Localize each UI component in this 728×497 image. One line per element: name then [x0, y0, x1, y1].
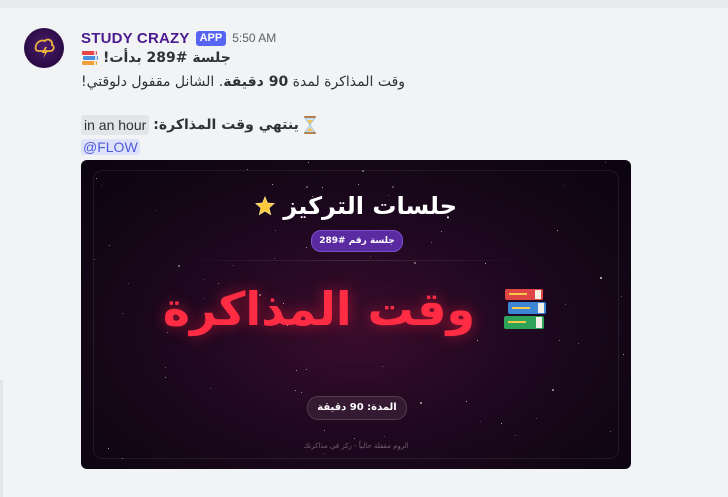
timestamp[interactable]: 5:50 AM: [232, 31, 276, 45]
role-mention[interactable]: @FLOW: [81, 139, 140, 155]
message-line-session: جلسة #289 بدأت!: [81, 48, 231, 68]
card-title-text: جلسات التركيز: [283, 192, 457, 220]
books-icon: [504, 289, 547, 329]
session-started-text: جلسة #289 بدأت!: [103, 50, 231, 66]
session-number-pill: جلسة رقم #289: [311, 230, 403, 252]
duration-pill: المدة: 90 دقيقة: [307, 396, 407, 420]
message-line-mention: @FLOW: [81, 137, 140, 158]
author-name[interactable]: STUDY CRAZY: [81, 30, 190, 47]
card-heading-text: وقت المذاكرة: [162, 282, 476, 336]
relative-time[interactable]: in an hour: [81, 115, 150, 135]
message-line-ends: in an hour ينتهي وقت المذاكرة:: [81, 115, 317, 135]
chat-message: STUDY CRAZY APP 5:50 AM جلسة #289 بدأت! …: [0, 0, 728, 497]
star-dot: [605, 162, 606, 163]
glowing-star-icon: [254, 195, 275, 216]
duration-suffix: . الشانل مقفول دلوقتي!: [81, 74, 224, 90]
avatar[interactable]: [24, 28, 64, 68]
embedded-image[interactable]: جلسات التركيز جلسة رقم #289 وقت المذاكرة…: [81, 160, 631, 469]
ends-label: ينتهي وقت المذاكرة:: [153, 117, 299, 133]
message-header: STUDY CRAZY APP 5:50 AM: [81, 29, 276, 47]
card-heading: وقت المذاكرة: [81, 282, 631, 336]
duration-value: 90 دقيقة: [223, 74, 289, 90]
bot-logo-icon: [34, 38, 55, 58]
app-badge: APP: [195, 30, 227, 46]
duration-prefix: وقت المذاكرة لمدة: [288, 74, 406, 90]
star-dot: [623, 354, 624, 355]
card-footer: الروم مقفلة حالياً - ركز في مذاكرتك: [303, 442, 409, 450]
hourglass-icon: [303, 116, 317, 134]
scrollbar-edge: [0, 380, 3, 497]
message-line-duration: وقت المذاكرة لمدة 90 دقيقة. الشانل مقفول…: [81, 72, 405, 92]
star-dot: [308, 162, 309, 163]
card-divider: [171, 260, 541, 261]
card-title: جلسات التركيز: [81, 192, 631, 220]
books-icon: [81, 50, 99, 66]
message-divider: [0, 0, 728, 8]
